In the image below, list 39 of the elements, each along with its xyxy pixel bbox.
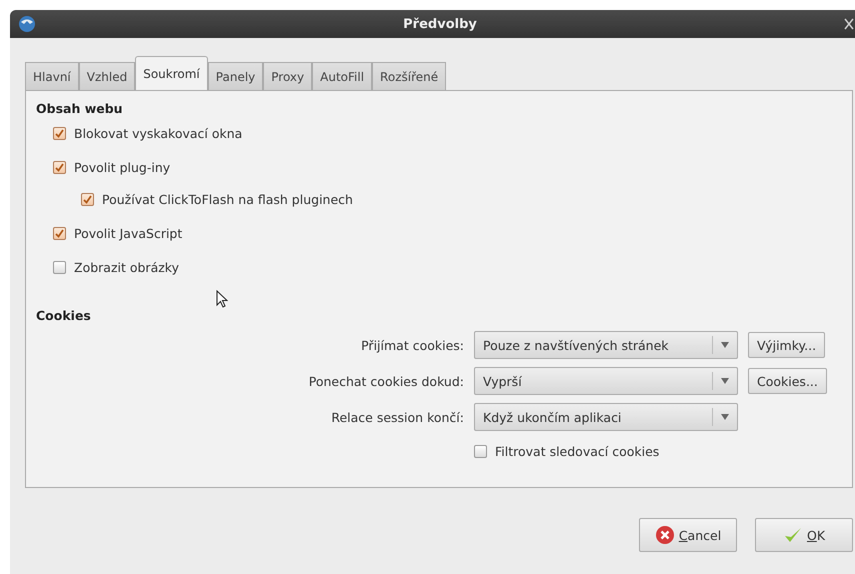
checkbox-label[interactable]: Povolit JavaScript	[74, 226, 182, 240]
window-title: Předvolby	[403, 16, 477, 32]
tab[interactable]: Proxy	[263, 62, 312, 90]
tab[interactable]: Hlavní	[25, 62, 79, 90]
globe-icon	[18, 15, 36, 33]
checkbox[interactable]	[53, 226, 66, 240]
tab[interactable]: Vzhled	[78, 62, 136, 90]
checkbox-label[interactable]: Blokovat vyskakovací okna	[74, 126, 242, 140]
checkbox[interactable]	[474, 444, 487, 458]
section-heading: Cookies	[36, 308, 92, 323]
checkbox[interactable]	[53, 260, 66, 274]
tab[interactable]: Soukromí	[135, 56, 208, 90]
dropdown-arrow-icon	[721, 378, 729, 384]
cancel-icon	[654, 525, 675, 545]
cursor-icon	[216, 290, 228, 308]
dropdown[interactable]: Vyprší	[474, 367, 738, 395]
checkbox-label[interactable]: Zobrazit obrázky	[74, 260, 179, 274]
dropdown[interactable]: Když ukončím aplikaci	[474, 403, 738, 431]
dropdown-arrow-icon	[721, 414, 729, 420]
dialog-button[interactable]: Cancel	[639, 518, 737, 552]
push-button[interactable]: Výjimky...	[748, 332, 826, 358]
checkbox-label[interactable]: Povolit plug-iny	[74, 160, 170, 174]
tab[interactable]: AutoFill	[312, 62, 372, 90]
checkbox-label[interactable]: Používat ClickToFlash na flash pluginech	[102, 192, 353, 206]
checkbox[interactable]	[81, 192, 94, 206]
section-heading: Obsah webu	[36, 101, 124, 116]
dropdown-arrow-icon	[721, 342, 729, 348]
dropdown[interactable]: Pouze z navštívených stránek	[474, 331, 738, 359]
checkbox-label[interactable]: Filtrovat sledovací cookies	[495, 444, 660, 458]
field-label: Přijímat cookies:	[360, 338, 464, 352]
field-label: Relace session končí:	[330, 410, 464, 424]
push-button[interactable]: Cookies...	[748, 368, 827, 394]
checkbox[interactable]	[53, 160, 66, 174]
checkbox[interactable]	[53, 126, 66, 140]
field-label: Ponechat cookies dokud:	[308, 374, 464, 388]
dialog-button[interactable]: OK	[755, 518, 853, 552]
tab[interactable]: Rozšířené	[372, 62, 446, 90]
tab[interactable]: Panely	[208, 62, 264, 90]
close-icon[interactable]	[844, 18, 854, 30]
